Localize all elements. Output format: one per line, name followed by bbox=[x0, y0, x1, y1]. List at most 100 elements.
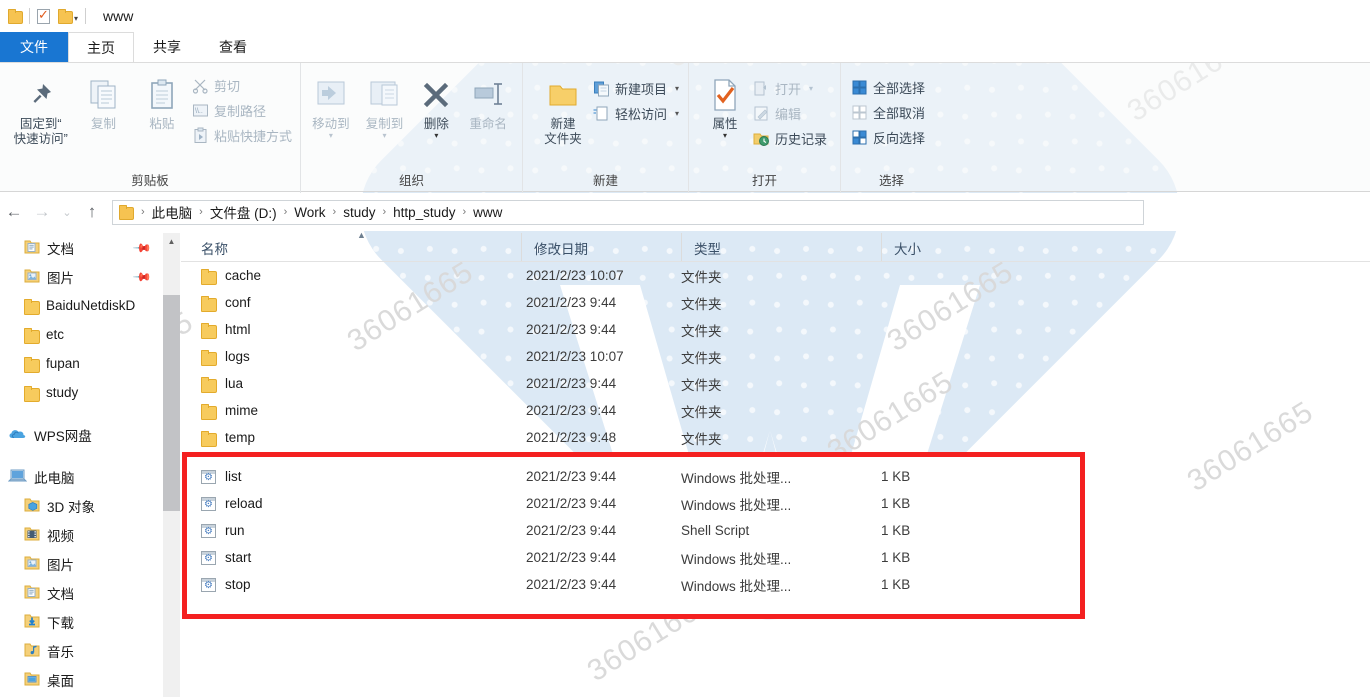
nav-item-baidunetdisk[interactable]: BaiduNetdiskD bbox=[0, 291, 163, 320]
table-row[interactable]: lua 2021/2/23 9:44 文件夹 bbox=[181, 370, 1370, 397]
up-button[interactable]: ↑ bbox=[78, 199, 106, 225]
cut-button[interactable]: 剪切 bbox=[192, 74, 292, 96]
paste-button[interactable]: 粘贴 bbox=[134, 69, 190, 132]
scrollbar-thumb[interactable] bbox=[163, 295, 180, 511]
nav-item-desktop[interactable]: 桌面 bbox=[0, 665, 163, 694]
tab-file[interactable]: 文件 bbox=[0, 32, 68, 62]
table-row[interactable]: reload 2021/2/23 9:44 Windows 批处理... 1 K… bbox=[181, 490, 1370, 517]
move-to-label: 移动到 bbox=[312, 117, 350, 131]
column-header-date-modified[interactable]: 修改日期 bbox=[521, 233, 681, 262]
nav-item-pictures-quick[interactable]: 图片 📌 bbox=[0, 262, 163, 291]
folder-icon[interactable] bbox=[8, 9, 23, 24]
properties-check-icon[interactable] bbox=[37, 7, 50, 24]
table-row[interactable]: start 2021/2/23 9:44 Windows 批处理... 1 KB bbox=[181, 544, 1370, 571]
table-row[interactable]: mime 2021/2/23 9:44 文件夹 bbox=[181, 397, 1370, 424]
nav-item-study[interactable]: study bbox=[0, 378, 163, 407]
quick-access-toolbar[interactable]: ▾ bbox=[8, 7, 93, 24]
back-button[interactable]: ← bbox=[0, 199, 28, 225]
ribbon-tabs: 文件 主页 共享 查看 bbox=[0, 32, 1370, 62]
nav-item-downloads[interactable]: 下载 bbox=[0, 607, 163, 636]
pin-icon[interactable]: 📌 bbox=[132, 238, 152, 258]
edit-button[interactable]: 编辑 bbox=[753, 102, 827, 124]
properties-button[interactable]: 属性 ▾ bbox=[699, 69, 751, 140]
chevron-down-icon[interactable]: ▾ bbox=[74, 14, 78, 23]
breadcrumb-item-study[interactable]: study bbox=[340, 205, 378, 220]
new-item-button[interactable]: 新建项目 ▾ bbox=[593, 77, 679, 99]
easy-access-button[interactable]: 轻松访问 ▾ bbox=[593, 102, 679, 124]
cloud-icon bbox=[8, 426, 27, 444]
nav-item-this-pc[interactable]: 此电脑 bbox=[0, 462, 163, 491]
breadcrumb-item-this-pc[interactable]: 此电脑 bbox=[149, 202, 196, 222]
breadcrumb-bar[interactable]: › 此电脑 › 文件盘 (D:) › Work › study › http_s… bbox=[112, 199, 1144, 225]
nav-item-documents[interactable]: 文档 bbox=[0, 578, 163, 607]
table-row[interactable]: temp 2021/2/23 9:48 文件夹 bbox=[181, 424, 1370, 451]
forward-button[interactable]: → bbox=[28, 199, 56, 225]
rename-button[interactable]: 重命名 bbox=[462, 69, 514, 132]
copy-button[interactable]: 复制 bbox=[75, 69, 131, 132]
breadcrumb-item-drive-d[interactable]: 文件盘 (D:) bbox=[207, 202, 280, 222]
nav-item-videos[interactable]: 视频 bbox=[0, 520, 163, 549]
scroll-up-icon[interactable]: ▲ bbox=[163, 233, 180, 250]
delete-button[interactable]: 删除 ▾ bbox=[412, 69, 460, 140]
history-button[interactable]: 历史记录 bbox=[753, 127, 827, 149]
new-folder-label-line2: 文件夹 bbox=[544, 132, 582, 146]
file-name: temp bbox=[225, 430, 256, 445]
recent-locations-button[interactable]: ⌄ bbox=[56, 199, 78, 225]
invert-selection-button[interactable]: 反向选择 bbox=[851, 126, 925, 148]
nav-item-documents-quick[interactable]: 文档 📌 bbox=[0, 233, 163, 262]
scissors-icon bbox=[192, 77, 209, 94]
file-name: cache bbox=[225, 268, 262, 283]
column-header-size[interactable]: 大小 bbox=[881, 233, 1036, 262]
nav-item-etc[interactable]: etc bbox=[0, 320, 163, 349]
nav-item-pictures[interactable]: 图片 bbox=[0, 549, 163, 578]
tab-home[interactable]: 主页 bbox=[68, 32, 134, 62]
move-to-button[interactable]: 移动到 ▾ bbox=[305, 69, 357, 140]
select-all-button[interactable]: 全部选择 bbox=[851, 76, 925, 98]
chevron-down-icon[interactable]: ▾ bbox=[383, 132, 387, 140]
nav-item-music[interactable]: 音乐 bbox=[0, 636, 163, 665]
paste-shortcut-button[interactable]: 粘贴快捷方式 bbox=[192, 124, 292, 146]
new-folder-icon[interactable] bbox=[58, 9, 73, 24]
file-list[interactable]: 名称 修改日期 类型 大小 ▲ cache 2021/2/23 10:07 文件… bbox=[181, 230, 1370, 697]
nav-item-fupan[interactable]: fupan bbox=[0, 349, 163, 378]
tab-share[interactable]: 共享 bbox=[134, 32, 200, 62]
table-row[interactable]: logs 2021/2/23 10:07 文件夹 bbox=[181, 343, 1370, 370]
table-row[interactable]: conf 2021/2/23 9:44 文件夹 bbox=[181, 289, 1370, 316]
column-header-name[interactable]: 名称 bbox=[181, 233, 521, 262]
table-row[interactable]: run 2021/2/23 9:44 Shell Script 1 KB bbox=[181, 517, 1370, 544]
nav-item-3d-objects[interactable]: 3D 对象 bbox=[0, 491, 163, 520]
table-row[interactable]: stop 2021/2/23 9:44 Windows 批处理... 1 KB bbox=[181, 571, 1370, 598]
breadcrumb-item-work[interactable]: Work bbox=[291, 205, 328, 220]
table-row[interactable]: cache 2021/2/23 10:07 文件夹 bbox=[181, 262, 1370, 289]
pin-to-quick-access-button[interactable]: 固定到“ 快速访问” bbox=[8, 69, 73, 147]
cell-date: 2021/2/23 9:44 bbox=[526, 496, 617, 511]
pin-icon[interactable]: 📌 bbox=[132, 267, 152, 287]
tab-view[interactable]: 查看 bbox=[200, 32, 266, 62]
table-row[interactable]: html 2021/2/23 9:44 文件夹 bbox=[181, 316, 1370, 343]
column-header-type[interactable]: 类型 bbox=[681, 233, 881, 262]
chevron-down-icon[interactable]: ▾ bbox=[329, 132, 333, 140]
navigation-pane[interactable]: 文档 📌 图片 📌 BaiduNetdiskD etc fupan study bbox=[0, 233, 163, 697]
table-row[interactable]: list 2021/2/23 9:44 Windows 批处理... 1 KB bbox=[181, 463, 1370, 490]
folder-icon bbox=[201, 268, 217, 285]
breadcrumb-item-http-study[interactable]: http_study bbox=[390, 205, 458, 220]
chevron-down-icon[interactable]: ▾ bbox=[675, 109, 679, 118]
open-button[interactable]: 打开 ▾ bbox=[753, 77, 827, 99]
copy-path-button[interactable]: \\.. 复制路径 bbox=[192, 99, 292, 121]
chevron-down-icon[interactable]: ▾ bbox=[434, 132, 438, 140]
easy-access-icon bbox=[593, 105, 610, 122]
chevron-down-icon[interactable]: ▾ bbox=[675, 84, 679, 93]
3d-objects-icon bbox=[24, 497, 40, 515]
select-all-label: 全部选择 bbox=[873, 80, 926, 96]
copy-to-button[interactable]: 复制到 ▾ bbox=[359, 69, 411, 140]
navigation-pane-scrollbar[interactable]: ▲ bbox=[163, 233, 180, 697]
cell-size: 1 KB bbox=[881, 523, 911, 538]
chevron-down-icon[interactable]: ▾ bbox=[723, 132, 727, 140]
select-none-button[interactable]: 全部取消 bbox=[851, 101, 925, 123]
pictures-folder-icon bbox=[24, 268, 40, 286]
music-folder-icon bbox=[24, 642, 40, 660]
breadcrumb-item-www[interactable]: www bbox=[470, 205, 505, 220]
new-folder-button[interactable]: 新建 文件夹 bbox=[535, 69, 591, 147]
chevron-down-icon[interactable]: ▾ bbox=[809, 84, 813, 93]
nav-item-wps-cloud[interactable]: WPS网盘 bbox=[0, 420, 163, 449]
